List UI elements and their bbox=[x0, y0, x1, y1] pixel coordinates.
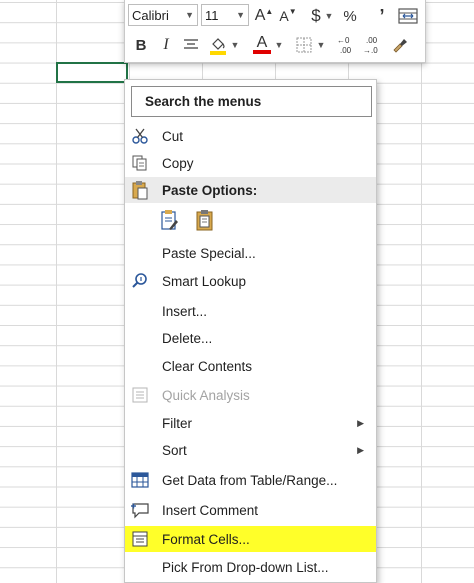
format-painter-icon bbox=[393, 39, 407, 53]
format-painter-button[interactable] bbox=[389, 34, 411, 56]
wrap-text-button[interactable] bbox=[397, 5, 419, 27]
paint-bucket-icon bbox=[210, 38, 226, 55]
menu-item-copy[interactable]: Copy bbox=[125, 150, 376, 176]
submenu-arrow-icon: ▶ bbox=[357, 417, 364, 428]
font-color-dropdown[interactable]: ▼ bbox=[273, 34, 285, 56]
decrease-decimal-button[interactable]: .00 →.0 bbox=[361, 34, 385, 56]
paste-values-icon[interactable] bbox=[195, 209, 215, 234]
scissors-icon bbox=[129, 125, 151, 147]
borders-dropdown[interactable]: ▼ bbox=[315, 34, 327, 56]
context-menu: Search the menus Cut Copy Paste Options:… bbox=[124, 79, 377, 583]
menu-item-label: Sort bbox=[162, 442, 187, 458]
paste-options-header: Paste Options: bbox=[125, 177, 376, 203]
paste-formatting-icon[interactable] bbox=[160, 209, 180, 234]
fill-color-button[interactable] bbox=[207, 34, 229, 56]
menu-item-label: Get Data from Table/Range... bbox=[162, 472, 338, 488]
menu-item-sort[interactable]: Sort ▶ bbox=[125, 437, 376, 463]
menu-item-paste-special[interactable]: Paste Special... bbox=[125, 240, 376, 266]
bold-icon: B bbox=[135, 36, 147, 54]
menu-item-pick-from-list[interactable]: Pick From Drop-down List... bbox=[125, 554, 376, 580]
table-icon bbox=[129, 469, 151, 491]
currency-dropdown[interactable]: ▼ bbox=[323, 5, 335, 27]
increase-decimal-button[interactable]: ←0 .00 bbox=[335, 34, 359, 56]
decrease-font-size-button[interactable]: A ▼ bbox=[277, 5, 299, 27]
paste-options-row bbox=[125, 206, 376, 236]
format-cells-icon bbox=[129, 528, 151, 550]
menu-item-format-cells[interactable]: Format Cells... bbox=[125, 526, 376, 552]
wrap-text-icon bbox=[398, 8, 418, 24]
chevron-down-icon: ▼ bbox=[316, 40, 326, 50]
menu-item-insert-comment[interactable]: Insert Comment bbox=[125, 497, 376, 523]
active-cell[interactable] bbox=[56, 62, 128, 83]
chevron-down-icon: ▼ bbox=[230, 40, 240, 50]
svg-text:.00: .00 bbox=[366, 36, 378, 45]
menu-item-label: Paste Options: bbox=[162, 182, 258, 198]
font-size-dropdown[interactable]: 11 ▼ bbox=[201, 4, 249, 26]
menu-item-label: Delete... bbox=[162, 330, 213, 346]
increase-font-icon: A bbox=[254, 7, 266, 24]
menu-item-label: Smart Lookup bbox=[162, 273, 247, 289]
currency-icon: $ bbox=[311, 6, 321, 25]
chevron-down-icon: ▼ bbox=[236, 10, 245, 20]
menu-item-delete[interactable]: Delete... bbox=[125, 325, 376, 351]
bold-button[interactable]: B bbox=[130, 34, 152, 56]
font-color-button[interactable]: A bbox=[251, 34, 273, 56]
font-name-dropdown[interactable]: Calibri ▼ bbox=[128, 4, 198, 26]
menu-item-label: Paste Special... bbox=[162, 245, 256, 261]
comma-style-button[interactable]: ’ bbox=[371, 5, 393, 27]
svg-text:.00: .00 bbox=[340, 46, 352, 55]
smart-lookup-icon bbox=[129, 270, 151, 292]
menu-item-quick-analysis: Quick Analysis bbox=[125, 382, 376, 408]
font-name-value: Calibri bbox=[132, 7, 169, 23]
font-color-icon: A bbox=[256, 34, 268, 51]
menu-item-label: Cut bbox=[162, 128, 184, 144]
chevron-down-icon: ▼ bbox=[274, 40, 284, 50]
menu-item-smart-lookup[interactable]: Smart Lookup bbox=[125, 268, 376, 294]
copy-icon bbox=[129, 152, 151, 174]
svg-text:→.0: →.0 bbox=[363, 46, 378, 55]
menu-item-insert[interactable]: Insert... bbox=[125, 298, 376, 324]
menu-item-filter[interactable]: Filter ▶ bbox=[125, 410, 376, 436]
fill-color-dropdown[interactable]: ▼ bbox=[229, 34, 241, 56]
percent-icon: % bbox=[343, 7, 357, 25]
svg-text:←0: ←0 bbox=[337, 36, 350, 45]
menu-item-label: Pick From Drop-down List... bbox=[162, 559, 329, 575]
search-menus-input[interactable]: Search the menus bbox=[131, 86, 372, 117]
menu-item-label: Insert Comment bbox=[162, 502, 259, 518]
menu-item-label: Insert... bbox=[162, 303, 208, 319]
mini-toolbar: Calibri ▼ 11 ▼ A ▲ A ▼ $ ▼ % ’ B I ▼ A ▼… bbox=[124, 0, 426, 63]
increase-font-size-button[interactable]: A ▲ bbox=[253, 5, 275, 27]
italic-button[interactable]: I bbox=[155, 34, 177, 56]
font-size-value: 11 bbox=[205, 7, 219, 23]
percent-style-button[interactable]: % bbox=[339, 5, 361, 27]
menu-item-get-data[interactable]: Get Data from Table/Range... bbox=[125, 467, 376, 493]
clipboard-icon bbox=[129, 179, 151, 201]
align-center-icon bbox=[184, 39, 198, 49]
chevron-down-icon: ▼ bbox=[185, 10, 194, 20]
menu-item-label: Filter bbox=[162, 415, 192, 431]
comma-icon: ’ bbox=[379, 5, 385, 26]
chevron-down-icon: ▼ bbox=[324, 11, 334, 21]
menu-item-label: Clear Contents bbox=[162, 358, 253, 374]
menu-item-label: Copy bbox=[162, 155, 194, 171]
submenu-arrow-icon: ▶ bbox=[357, 444, 364, 455]
quick-analysis-icon bbox=[129, 384, 151, 406]
borders-button[interactable] bbox=[293, 34, 315, 56]
menu-item-cut[interactable]: Cut bbox=[125, 123, 376, 149]
menu-item-label: Format Cells... bbox=[162, 531, 250, 547]
menu-item-clear-contents[interactable]: Clear Contents bbox=[125, 353, 376, 379]
decrease-decimal-icon: .00 →.0 bbox=[363, 36, 378, 55]
borders-icon bbox=[296, 37, 312, 53]
italic-icon: I bbox=[163, 36, 169, 53]
menu-item-label: Quick Analysis bbox=[162, 387, 250, 403]
decrease-font-icon: A bbox=[279, 8, 289, 24]
align-center-button[interactable] bbox=[180, 34, 202, 56]
increase-decimal-icon: ←0 .00 bbox=[337, 36, 352, 55]
comment-icon bbox=[129, 499, 151, 521]
search-placeholder: Search the menus bbox=[145, 94, 262, 109]
